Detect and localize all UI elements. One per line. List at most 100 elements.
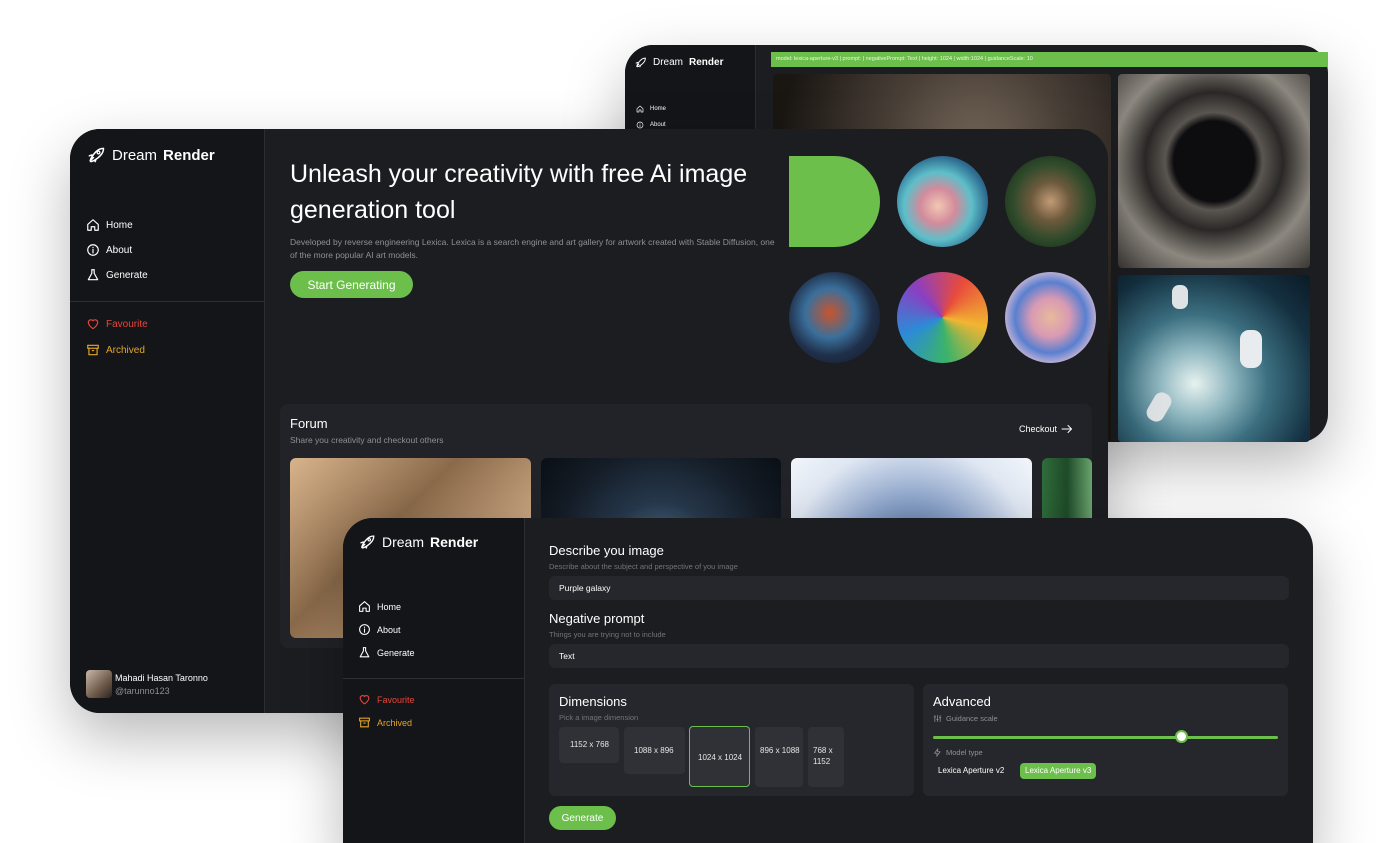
dimension-option[interactable]: 768 x 1152 [808, 727, 844, 787]
user-handle: @tarunno123 [115, 686, 170, 696]
nav-favourite[interactable]: Favourite [86, 317, 148, 331]
nav-generate[interactable]: Generate [86, 268, 148, 282]
logo-prefix: Dream [112, 146, 158, 164]
nav-about-label: About [377, 624, 401, 635]
logo-suffix: Render [689, 57, 724, 68]
user-name: Mahadi Hasan Taronno [115, 673, 208, 683]
model-type-label: Model type [946, 748, 983, 757]
start-generating-button[interactable]: Start Generating [290, 271, 413, 298]
checkout-link[interactable]: Checkout [1019, 424, 1073, 434]
generation-params-bar: model: lexica-aperture-v3 | prompt: | ne… [771, 52, 1328, 67]
rocket-icon [360, 535, 375, 549]
nav-generate[interactable]: Generate [358, 646, 415, 659]
guidance-scale-row: Guidance scale [933, 714, 998, 723]
accent-leaf-shape [789, 156, 880, 247]
negative-prompt-input[interactable]: Text [549, 644, 1289, 668]
hero-image-reading-girl[interactable] [1005, 156, 1096, 247]
hero-image-pink-portrait[interactable] [1005, 272, 1096, 363]
generate-button[interactable]: Generate [549, 806, 616, 830]
nav-home-label: Home [650, 106, 667, 112]
describe-input[interactable]: Purple galaxy [549, 576, 1289, 600]
logo-prefix: Dream [653, 57, 684, 68]
forum-subtitle: Share you creativity and checkout others [290, 435, 444, 445]
hero-subtitle: Developed by reverse engineering Lexica.… [290, 237, 775, 260]
rocket-icon [635, 57, 646, 68]
dimensions-label: Dimensions [559, 694, 627, 709]
nav-archived-label: Archived [377, 717, 413, 728]
nav-favourite[interactable]: Favourite [358, 693, 415, 706]
model-option-v2[interactable]: Lexica Aperture v2 [933, 763, 1009, 779]
advanced-label: Advanced [933, 694, 991, 709]
dimensions-hint: Pick a image dimension [559, 713, 639, 722]
astronaut-figure [1172, 285, 1188, 309]
rocket-icon [88, 147, 105, 163]
gallery-nav: Home About [636, 105, 666, 129]
nav-home[interactable]: Home [86, 218, 148, 232]
info-icon [87, 244, 99, 256]
logo-suffix: Render [430, 534, 479, 550]
guidance-scale-slider[interactable] [933, 736, 1278, 739]
logo-suffix: Render [163, 146, 215, 164]
hero-image-mosaic-head[interactable] [789, 272, 880, 363]
nav-home-label: Home [377, 601, 402, 612]
home-icon [87, 219, 99, 231]
nav-about-label: About [650, 122, 666, 128]
home-nav-secondary: Favourite Archived [86, 317, 148, 357]
sidebar-divider [343, 678, 525, 679]
heart-icon [87, 319, 99, 330]
sidebar-divider [70, 301, 265, 302]
nav-about[interactable]: About [636, 121, 666, 129]
dimension-option[interactable]: 1088 x 896 [624, 727, 685, 774]
nav-archived[interactable]: Archived [358, 716, 415, 729]
nav-archived[interactable]: Archived [86, 343, 148, 357]
home-sidebar [70, 129, 265, 713]
nav-about-label: About [106, 244, 133, 256]
arrow-right-icon [1061, 425, 1073, 433]
heart-icon [359, 695, 370, 705]
model-option-v3-selected[interactable]: Lexica Aperture v3 [1020, 763, 1097, 779]
model-type-row: Model type [933, 748, 983, 757]
sliders-icon [933, 715, 942, 722]
describe-hint: Describe about the subject and perspecti… [549, 562, 738, 571]
hero-image-portrait-teal[interactable] [897, 156, 988, 247]
hero-title: Unleash your creativity with free Ai ima… [290, 160, 748, 224]
dimension-option-selected[interactable]: 1024 x 1024 [689, 726, 750, 787]
negative-prompt-hint: Things you are trying not to include [549, 630, 666, 639]
home-nav: Home About Generate [86, 218, 148, 282]
nav-favourite-label: Favourite [377, 694, 415, 705]
flask-icon [87, 269, 99, 281]
generate-nav: Home About Generate [358, 600, 415, 659]
home-icon [359, 601, 370, 612]
generate-logo[interactable]: Dream Render [358, 533, 478, 551]
archive-icon [87, 344, 99, 356]
nav-generate-label: Generate [106, 269, 148, 281]
gallery-image-astronaut-helmet[interactable] [1118, 74, 1310, 268]
archive-icon [359, 717, 370, 728]
nav-archived-label: Archived [106, 344, 145, 356]
generate-nav-secondary: Favourite Archived [358, 693, 415, 729]
negative-prompt-label: Negative prompt [549, 611, 645, 626]
guidance-scale-label: Guidance scale [946, 714, 998, 723]
dimension-option[interactable]: 896 x 1088 [755, 727, 803, 787]
checkout-label: Checkout [1019, 424, 1058, 434]
nav-favourite-label: Favourite [106, 318, 148, 330]
nav-home[interactable]: Home [358, 600, 415, 613]
bolt-icon [934, 748, 941, 757]
nav-about[interactable]: About [358, 623, 415, 636]
logo-prefix: Dream [382, 534, 425, 550]
flask-icon [359, 647, 370, 658]
nav-generate-label: Generate [377, 647, 415, 658]
gallery-logo[interactable]: Dream Render [634, 56, 723, 69]
home-icon [636, 105, 644, 113]
nav-home[interactable]: Home [636, 105, 666, 113]
forum-title: Forum [290, 416, 328, 431]
generate-sidebar [343, 518, 525, 843]
hero-image-colorful-head[interactable] [897, 272, 988, 363]
showcase-stage: Dream Render Home About model: lexica-ape… [0, 0, 1376, 843]
guidance-scale-handle[interactable] [1174, 730, 1188, 743]
home-logo[interactable]: Dream Render [86, 145, 215, 165]
nav-about[interactable]: About [86, 243, 148, 257]
dimension-option[interactable]: 1152 x 768 [559, 727, 619, 763]
avatar[interactable] [86, 670, 112, 698]
nav-home-label: Home [106, 219, 133, 231]
